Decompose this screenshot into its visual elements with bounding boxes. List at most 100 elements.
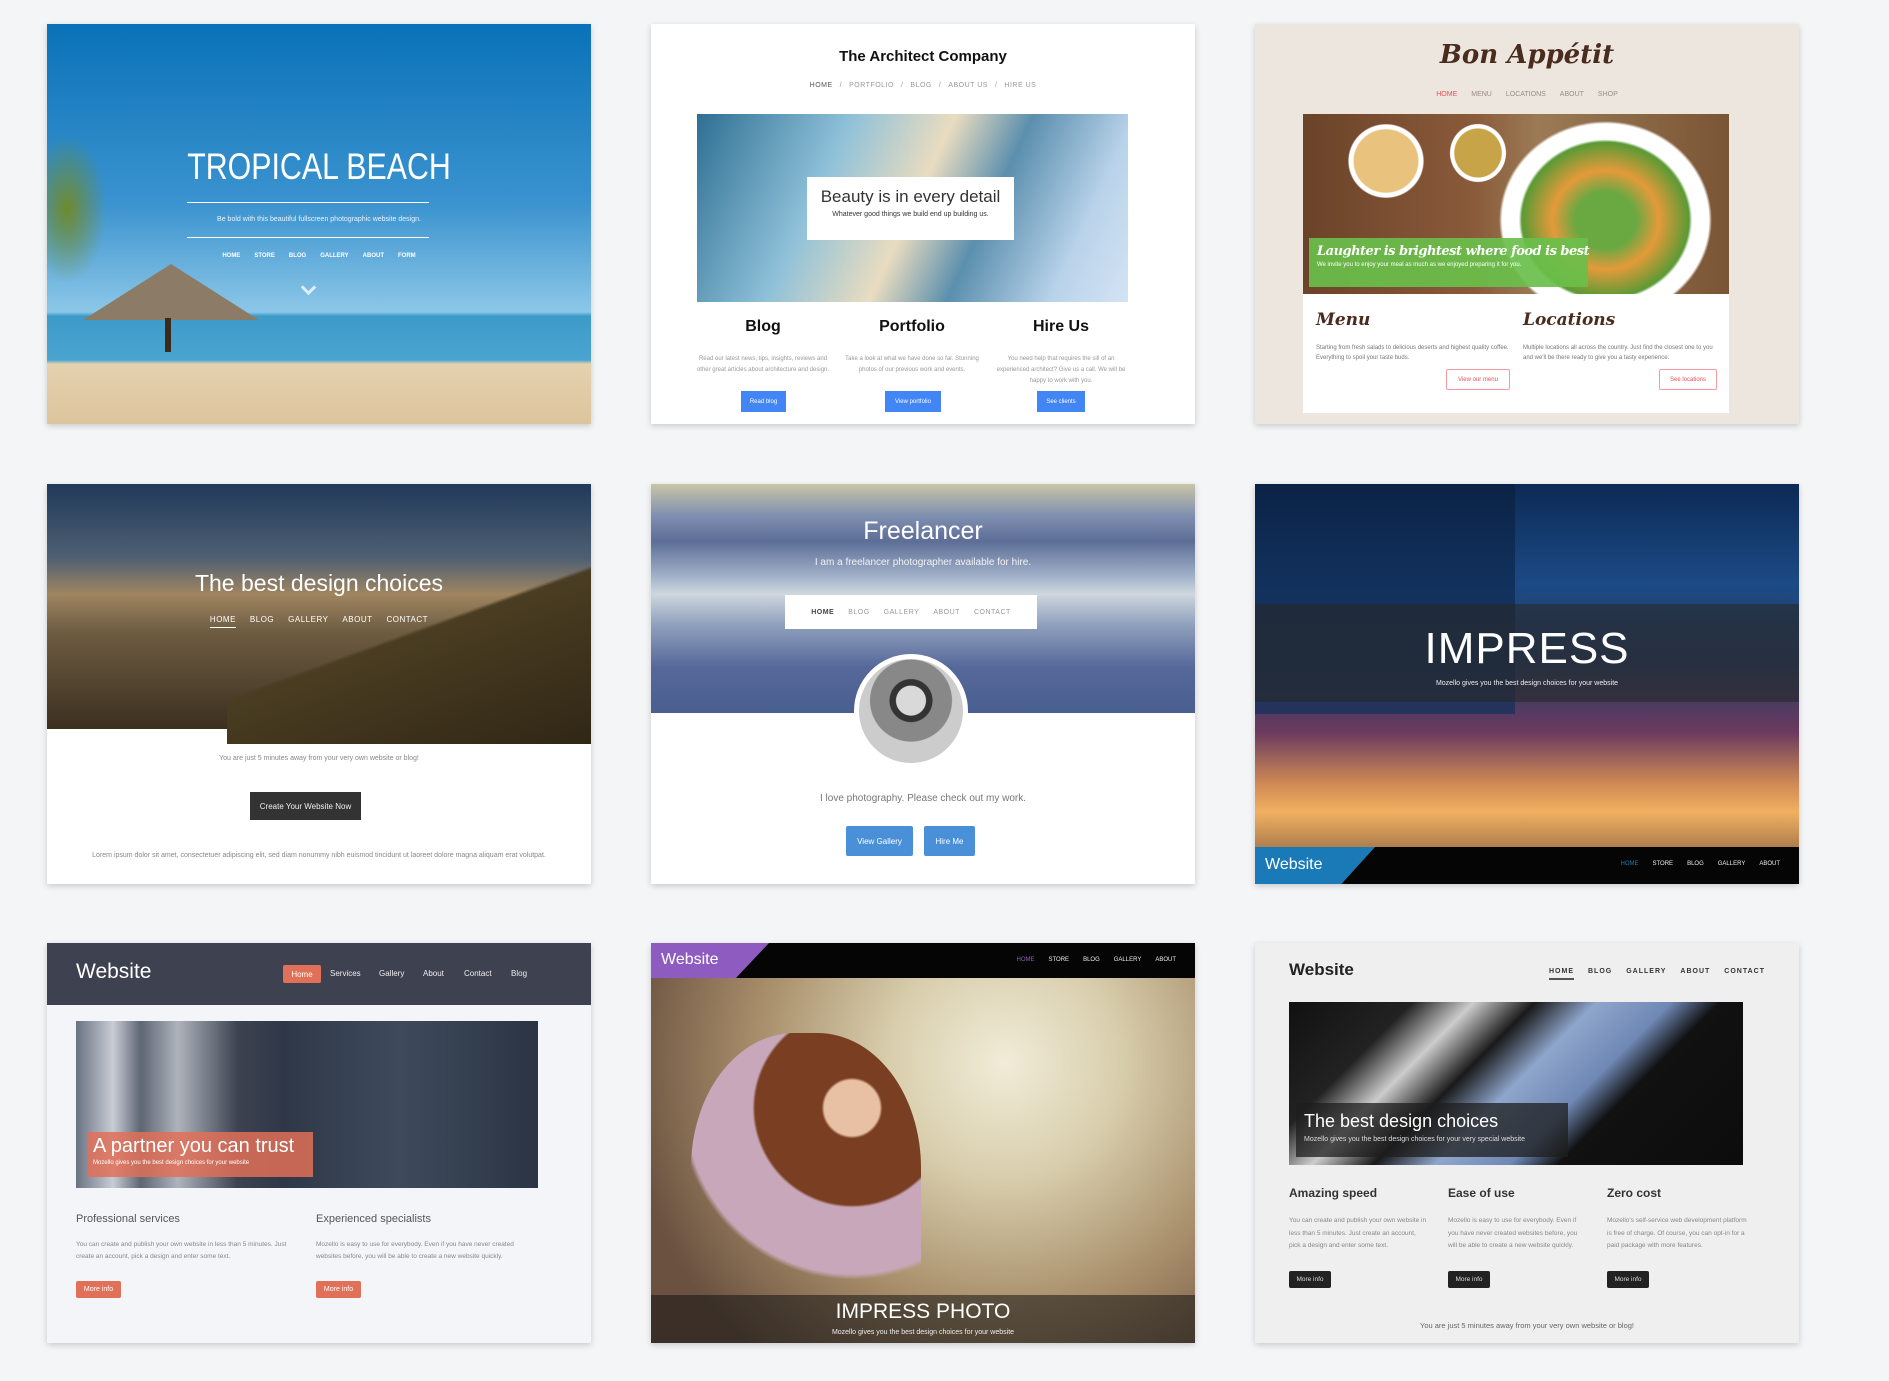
nav-item[interactable]: BLOG [1083,957,1100,963]
column-button[interactable]: More info [1607,1271,1649,1288]
nav-item[interactable]: ABOUT [933,609,960,616]
nav-item[interactable]: STORE [1653,861,1674,867]
hero-subtitle: I am a freelancer photographer available… [814,557,1032,568]
column-button[interactable]: More info [76,1281,121,1298]
nav-item[interactable]: About [423,969,444,978]
nav-item[interactable]: BLOG [1687,861,1704,867]
nav-item[interactable]: GALLERY [288,615,328,624]
nav-item[interactable]: HOME [209,615,236,628]
template-card-bon-appetit[interactable]: Bon Appétit HOME MENU LOCATIONS ABOUT SHOP L… [1255,24,1799,424]
nav-item[interactable]: BLOG [848,609,869,616]
nav-item[interactable]: LOCATIONS [1506,91,1546,98]
template-card-architect[interactable]: The Architect Company HOME / PORTFOLIO / BLO… [651,24,1195,424]
column-button[interactable]: Read blog [741,391,786,412]
site-logo: Website [76,960,152,983]
hero-caption-box: Beauty is in every detail Whatever good … [807,177,1014,240]
tagline: You are just 5 minutes away from your ve… [219,755,419,762]
nav-item[interactable]: Gallery [379,969,404,978]
nav-item[interactable]: ABOUT [1680,968,1710,975]
column-heading: Hire Us [1032,318,1090,335]
chevron-down-icon[interactable] [300,279,317,296]
hero-caption: The best design choices Mozello gives yo… [1296,1103,1568,1157]
view-gallery-button[interactable]: View Gallery [846,826,913,856]
nav-item[interactable]: BLOG [910,82,931,89]
column-button[interactable]: View our menu [1446,369,1510,390]
nav-item[interactable]: ABOUT US [948,82,988,89]
banner-title: Laughter is brightest where food is best [1317,244,1590,259]
column-text: Take a look at what we have done so far.… [845,356,979,373]
nav-item[interactable]: ABOUT [363,253,384,259]
column-button[interactable]: More info [316,1281,361,1298]
nav-item[interactable]: GALLERY [1718,861,1746,867]
column-text: You need help that requires the sill of … [996,356,1126,384]
column-button[interactable]: See clients [1037,391,1085,412]
beach-umbrella-image [83,264,259,320]
column-heading: Menu [1316,310,1371,330]
column-heading: Zero cost [1607,1186,1662,1200]
nav-item[interactable]: HOME [1017,957,1035,963]
nav-item[interactable]: ABOUT [342,615,372,624]
column-heading: Experienced specialists [316,1213,431,1225]
column-button[interactable]: More info [1448,1271,1490,1288]
template-card-impress[interactable]: IMPRESS Mozello gives you the best desig… [1255,484,1799,884]
nav-item[interactable]: GALLERY [1114,957,1142,963]
nav-item[interactable]: BLOG [250,615,274,624]
template-card-tropical-beach[interactable]: TROPICAL BEACH Be bold with this beautif… [47,24,591,424]
nav-item[interactable]: BLOG [1588,968,1612,975]
nav-item[interactable]: MENU [1471,91,1492,98]
nav-item[interactable]: STORE [1049,957,1070,963]
nav-item[interactable]: HOME [811,609,834,616]
hero-title: The best design choices [1304,1111,1499,1131]
hero-subtitle: Mozello gives you the best design choice… [1435,680,1619,687]
template-card-partner[interactable]: Website Home Services Gallery About Cont… [47,943,591,1343]
nav-item[interactable]: HOME [1436,91,1457,98]
hire-me-button[interactable]: Hire Me [924,826,975,856]
nav-item[interactable]: GALLERY [884,609,920,616]
nav-item-active[interactable]: Home [283,965,321,983]
hero-figure [691,1033,921,1333]
column-button[interactable]: See locations [1659,369,1717,390]
template-card-skyscrapers[interactable]: Website HOME BLOG GALLERY ABOUT CONTACT The … [1255,943,1799,1343]
hero-title: Freelancer [863,517,983,545]
column-button[interactable]: View portfolio [885,391,941,412]
nav-item[interactable]: ABOUT [1560,91,1584,98]
nav-item[interactable]: PORTFOLIO [849,82,894,89]
hero-banner: Laughter is brightest where food is best… [1309,238,1590,287]
nav: HOME STORE BLOG GALLERY ABOUT [1010,957,1184,963]
column-button[interactable]: More info [1289,1271,1331,1288]
hero-subtitle: Whatever good things we build end up bui… [832,211,989,218]
site-logo: Website [1265,856,1323,873]
nav-item[interactable]: FORM [398,253,416,259]
nav-item[interactable]: Contact [464,969,492,978]
column-heading: Amazing speed [1289,1186,1378,1200]
site-logo: Website [661,951,719,968]
nav-item[interactable]: CONTACT [386,615,428,624]
hero-caption: A partner you can trust Mozello gives yo… [87,1132,313,1177]
avatar [854,654,968,768]
nav-item[interactable]: HOME [222,253,240,259]
create-website-button[interactable]: Create Your Website Now [250,792,361,820]
nav-item[interactable]: HOME [1621,861,1639,867]
nav-item[interactable]: BLOG [289,253,306,259]
nav-item[interactable]: Services [330,969,361,978]
lorem-text: Lorem ipsum dolor sit amet, consectetuer… [92,852,546,859]
nav-item[interactable]: GALLERY [320,253,348,259]
column-text: Read our latest news, tips, insights, re… [696,356,830,373]
nav-item[interactable]: HOME [1548,968,1574,980]
nav-item[interactable]: SHOP [1598,91,1618,98]
template-card-impress-photo[interactable]: Website HOME STORE BLOG GALLERY ABOUT IMPRES… [651,943,1195,1343]
nav-item[interactable]: HOME [810,82,833,89]
template-card-freelancer[interactable]: Freelancer I am a freelancer photographe… [651,484,1195,884]
nav-item[interactable]: CONTACT [1724,968,1765,975]
nav-item[interactable]: ABOUT [1155,957,1176,963]
nav-item[interactable]: GALLERY [1626,968,1666,975]
nav-item[interactable]: Blog [511,969,527,978]
nav-item[interactable]: HIRE US [1004,82,1036,89]
hero-title: IMPRESS [1424,624,1630,673]
nav-item[interactable]: STORE [254,253,275,259]
nav-item[interactable]: ABOUT [1759,861,1780,867]
template-card-best-design[interactable]: The best design choices HOME BLOG GALLERY A… [47,484,591,884]
nav: HOME STORE BLOG GALLERY ABOUT [1614,861,1788,867]
column-text: Mozello is easy to use for everybody. Ev… [316,1241,514,1260]
nav-item[interactable]: CONTACT [974,609,1011,616]
